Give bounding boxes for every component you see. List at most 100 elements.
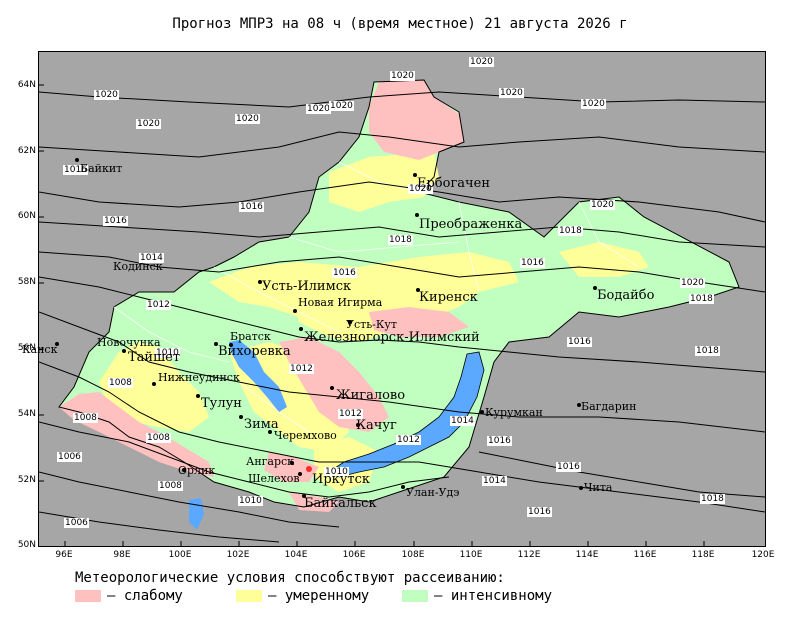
city-label: Железногорск-Илимский <box>304 330 480 345</box>
legend-item-moderate: – умеренному <box>236 588 369 604</box>
lon-label: 102E <box>226 550 250 560</box>
isobar-label: 1018 <box>695 346 720 356</box>
city-label: Шелехов <box>248 472 300 485</box>
isobar-label: 1008 <box>158 481 183 491</box>
city-label: Новая Игирма <box>298 296 383 309</box>
isobar-label: 1020 <box>390 71 415 81</box>
legend-label: – умеренному <box>268 588 370 604</box>
isobar-label: 1020 <box>329 101 354 111</box>
lon-label: 104E <box>284 550 308 560</box>
city-label: Орлик <box>178 464 216 477</box>
lat-label: 54N <box>17 409 36 419</box>
isobar-label: 1008 <box>108 378 133 388</box>
city-label: Бодайбо <box>597 288 655 303</box>
isobar-label: 1008 <box>73 413 98 423</box>
isobar-label: 1020 <box>136 119 161 129</box>
lon-label: 96E <box>55 550 73 560</box>
lon-label: 112E <box>517 550 541 560</box>
lon-label: 120E <box>751 550 775 560</box>
city-label: Байкальск <box>304 496 377 511</box>
isobar-label: 1010 <box>238 496 263 506</box>
city-marker <box>75 158 79 162</box>
isobar-label: 1006 <box>57 452 82 462</box>
isobar-label: 1020 <box>590 200 615 210</box>
legend-swatch <box>75 590 101 602</box>
lon-label: 118E <box>691 550 715 560</box>
map-title: Прогноз МПРЗ на 08 ч (время местное) 21 … <box>172 16 628 32</box>
city-marker <box>122 349 126 353</box>
legend-swatch <box>236 590 262 602</box>
city-label: Курумкан <box>485 406 543 419</box>
isobar-label: 1012 <box>396 435 421 445</box>
city-label: Кодинск <box>113 260 163 273</box>
isobar-label: 1012 <box>289 364 314 374</box>
city-marker <box>401 485 405 489</box>
city-label: Тулун <box>201 396 242 411</box>
city-label: Черемхово <box>274 429 337 442</box>
isobar-label: 1020 <box>581 99 606 109</box>
legend-label: – слабому <box>107 588 183 604</box>
city-label: Братск <box>230 330 271 343</box>
isobar-label: 1016 <box>487 436 512 446</box>
isobar-label: 1012 <box>146 300 171 310</box>
lon-label: 98E <box>113 550 131 560</box>
isobar-label: 1016 <box>556 462 581 472</box>
city-label: Жигалово <box>336 388 406 403</box>
lon-label: 108E <box>401 550 425 560</box>
isobar-label: 1020 <box>235 114 260 124</box>
city-label: Тайшет <box>128 350 181 365</box>
city-marker <box>196 394 200 398</box>
legend-item-intensive: – интенсивному <box>402 588 552 604</box>
isobar-label: 1016 <box>527 507 552 517</box>
city-marker <box>579 486 583 490</box>
isobar-label: 1016 <box>520 258 545 268</box>
lat-label: 52N <box>17 475 36 485</box>
city-label: Усть-Илимск <box>262 279 352 294</box>
isobar-label: 1018 <box>558 226 583 236</box>
isobar-label: 1018 <box>689 294 714 304</box>
city-label: Преображенка <box>419 217 523 232</box>
isobar-label: 1016 <box>332 268 357 278</box>
city-marker <box>239 415 243 419</box>
legend-title: Метеорологические условия способствуют р… <box>75 570 505 586</box>
isobar-label: 1016 <box>567 337 592 347</box>
city-label: Качуг <box>356 418 397 433</box>
city-label: Чита <box>584 481 613 494</box>
legend-item-weak: – слабому <box>75 588 183 604</box>
city-marker <box>293 309 297 313</box>
city-label: Новочунка <box>97 336 161 349</box>
lon-label: 100E <box>168 550 192 560</box>
lat-label: 58N <box>17 277 36 287</box>
city-marker <box>299 327 303 331</box>
city-marker <box>480 410 484 414</box>
city-label: Багдарин <box>581 400 637 413</box>
city-label: Иркутск <box>312 472 371 487</box>
city-label: Ербогачен <box>417 176 490 191</box>
isobar-label: 1020 <box>499 88 524 98</box>
isobar-label: 1016 <box>239 202 264 212</box>
reservoir <box>189 498 204 530</box>
city-label: Улан-Удэ <box>406 486 460 499</box>
legend-swatch <box>402 590 428 602</box>
lon-label: 110E <box>459 550 483 560</box>
lon-label: 116E <box>633 550 657 560</box>
city-label: Киренск <box>419 290 478 305</box>
city-label: Канск <box>22 343 58 356</box>
city-label: Ангарск <box>246 455 295 468</box>
isobar-label: 1020 <box>306 104 331 114</box>
isobar-label: 1020 <box>680 278 705 288</box>
lat-label: 60N <box>17 211 36 221</box>
isobar-label: 1014 <box>482 476 507 486</box>
legend-label: – интенсивному <box>434 588 553 604</box>
lat-label: 64N <box>17 80 36 90</box>
lat-label: 50N <box>17 540 36 550</box>
isobar-label: 1016 <box>103 216 128 226</box>
lon-label: 106E <box>342 550 366 560</box>
isobar-label: 1018 <box>388 235 413 245</box>
isobar-label: 1018 <box>700 494 725 504</box>
city-label: Байкит <box>80 162 123 175</box>
isobar-label: 1020 <box>94 90 119 100</box>
isobar-label: 1006 <box>64 518 89 528</box>
city-marker <box>330 386 334 390</box>
isobar-label: 1008 <box>146 433 171 443</box>
